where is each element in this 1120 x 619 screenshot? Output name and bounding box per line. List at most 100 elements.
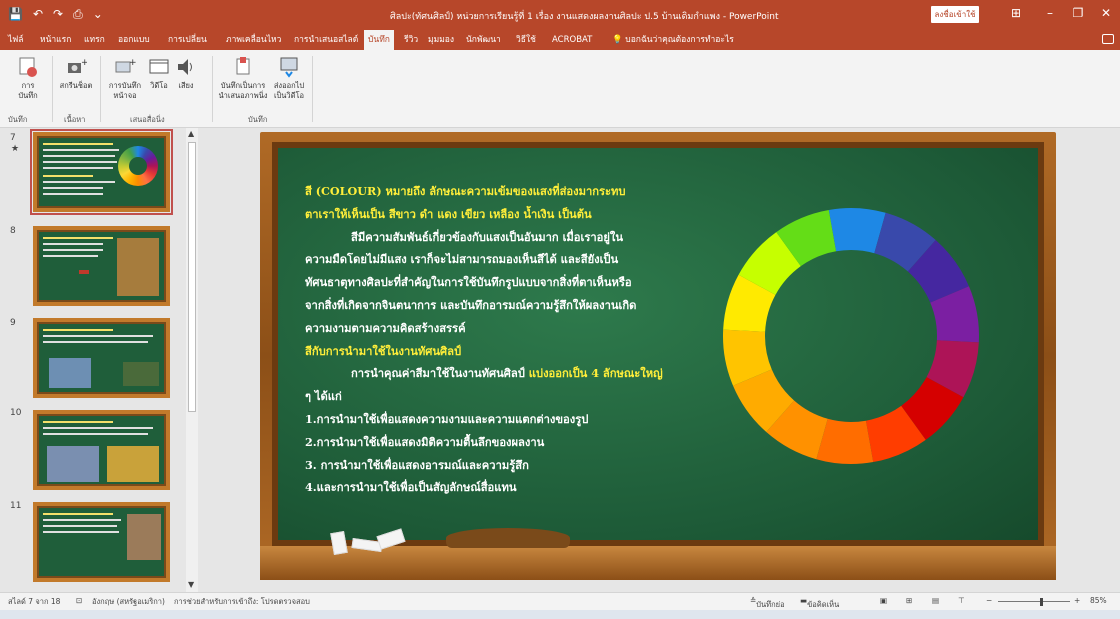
reading-view-icon[interactable]: ▤ bbox=[932, 596, 939, 605]
undo-icon[interactable]: ↶ bbox=[33, 7, 43, 22]
audio-button[interactable]: เสียง bbox=[174, 56, 198, 91]
thumb-number: 7 bbox=[10, 133, 16, 143]
slide-textbox[interactable]: สี (COLOUR) หมายถึง ลักษณะความเข้มของแสง… bbox=[305, 180, 735, 499]
tab-design[interactable]: ออกแบบ bbox=[118, 30, 150, 50]
save-as-show-label: บันทึกเป็นการ นำเสนอภาพนิ่ง bbox=[218, 81, 268, 100]
tab-insert[interactable]: แทรก bbox=[84, 30, 105, 50]
close-icon[interactable]: ✕ bbox=[1096, 6, 1116, 20]
slide-sorter-icon[interactable]: ⊞ bbox=[906, 596, 912, 605]
save-as-show-button[interactable]: บันทึกเป็นการ นำเสนอภาพนิ่ง bbox=[214, 56, 272, 101]
ribbon-display-options-icon[interactable]: ⊞ bbox=[1006, 6, 1026, 20]
accessibility-status[interactable]: การช่วยสำหรับการเข้าถึง: โปรดตรวจสอบ bbox=[174, 596, 310, 608]
sign-in-button[interactable]: ลงชื่อเข้าใช้ bbox=[931, 6, 979, 23]
status-bar: สไลด์ 7 จาก 18 ⊡ อังกฤษ (สหรัฐอเมริกา) ก… bbox=[0, 592, 1120, 610]
thumb-line bbox=[43, 519, 121, 521]
ribbon: การ บันทึก บันทึก + สกรีนช็อต เนื้อหา + … bbox=[0, 50, 1120, 128]
slide-text-line: จากสิ่งที่เกิดจากจินตนาการ และบันทึกอารม… bbox=[305, 297, 637, 312]
minimize-icon[interactable]: – bbox=[1040, 6, 1060, 20]
thumb-picture bbox=[127, 514, 161, 560]
tab-review[interactable]: รีวิว bbox=[404, 30, 418, 50]
screen-recording-button[interactable]: + การบันทึก หน้าจอ bbox=[104, 56, 146, 101]
zoom-level[interactable]: 85% bbox=[1090, 596, 1107, 605]
slide-text-line: สีมีความสัมพันธ์เกี่ยวข้องกับแสงเป็นอันม… bbox=[351, 229, 624, 244]
thumb-board bbox=[39, 508, 164, 576]
spellcheck-icon[interactable]: ⊡ bbox=[76, 596, 82, 605]
color-wheel[interactable] bbox=[721, 206, 981, 466]
customize-qat-icon[interactable]: ⌄ bbox=[93, 7, 103, 22]
slide-text-line: ความมืดโดยไม่มีแสง เราก็จะไม่สามารถมองเห… bbox=[305, 252, 619, 267]
scroll-up-icon[interactable]: ▲ bbox=[188, 129, 194, 138]
tab-view[interactable]: มุมมอง bbox=[428, 30, 454, 50]
tab-animations[interactable]: ภาพเคลื่อนไหว bbox=[226, 30, 281, 50]
comments-icon[interactable] bbox=[1102, 34, 1114, 44]
tab-slideshow[interactable]: การนำเสนอสไลด์ bbox=[294, 30, 358, 50]
thumb-picture bbox=[123, 362, 159, 386]
thumb-line bbox=[43, 329, 113, 331]
thumb-line bbox=[43, 427, 153, 429]
slide-thumbnail-10[interactable] bbox=[33, 410, 170, 490]
chalkboard-eraser bbox=[446, 528, 570, 548]
title-bar: 💾 ↶ ↷ ⎙ ⌄ ศิลปะ(ทัศนศิลป์) หน่วยการเรียน… bbox=[0, 0, 1120, 30]
zoom-out-icon[interactable]: − bbox=[986, 596, 992, 605]
export-video-button[interactable]: ส่งออกไป เป็นวิดีโอ bbox=[272, 56, 306, 101]
tab-transitions[interactable]: การเปลี่ยน bbox=[168, 30, 207, 50]
thumb-line bbox=[43, 341, 148, 343]
notes-button[interactable]: ≙ บันทึกย่อ bbox=[750, 596, 785, 609]
maximize-icon[interactable]: ❐ bbox=[1068, 6, 1088, 20]
screen-recording-label: การบันทึก หน้าจอ bbox=[108, 81, 142, 100]
tell-me-search[interactable]: 💡 บอกฉันว่าคุณต้องการทำอะไร bbox=[612, 30, 734, 50]
thumb-line bbox=[43, 433, 148, 435]
tab-acrobat[interactable]: ACROBAT bbox=[552, 30, 592, 50]
thumb-number: 10 bbox=[10, 408, 22, 418]
zoom-in-icon[interactable]: + bbox=[1074, 596, 1080, 605]
screen-recording-icon: + bbox=[115, 58, 136, 73]
slide-thumbnail-pane: 7 ★ 8 9 10 11 bbox=[0, 128, 200, 592]
save-icon[interactable]: 💾 bbox=[8, 7, 23, 22]
tab-file[interactable]: ไฟล์ bbox=[8, 30, 24, 50]
window-title: ศิลปะ(ทัศนศิลป์) หน่วยการเรียนรู้ที่ 1 เ… bbox=[390, 12, 779, 22]
comments-button[interactable]: ▬ ข้อคิดเห็น bbox=[800, 596, 839, 609]
slide-list-item: 4.และการนำมาใช้เพื่อเป็นสัญลักษณ์สื่อแทน bbox=[305, 480, 517, 495]
ribbon-separator bbox=[212, 56, 213, 122]
thumb-line bbox=[43, 249, 103, 251]
thumbnail-scrollbar[interactable]: ▲ ▼ bbox=[186, 128, 198, 592]
slide-counter: สไลด์ 7 จาก 18 bbox=[8, 597, 61, 606]
group-content-label: เนื้อหา bbox=[64, 115, 86, 124]
ribbon-separator bbox=[312, 56, 313, 122]
audio-label: เสียง bbox=[178, 81, 194, 90]
video-label: วิดีโอ bbox=[150, 81, 168, 90]
tab-help[interactable]: วิธีใช้ bbox=[516, 30, 536, 50]
tab-developer[interactable]: นักพัฒนา bbox=[466, 30, 501, 50]
slide-thumbnail-8[interactable] bbox=[33, 226, 170, 306]
scrollbar-thumb[interactable] bbox=[188, 142, 196, 412]
save-show-icon bbox=[236, 57, 250, 75]
normal-view-icon[interactable]: ▣ bbox=[880, 596, 887, 605]
language-indicator[interactable]: อังกฤษ (สหรัฐอเมริกา) bbox=[92, 596, 165, 608]
tab-home[interactable]: หน้าแรก bbox=[40, 30, 71, 50]
present-icon[interactable]: ⎙ bbox=[73, 7, 83, 22]
slide-subheading: สีกับการนำมาใช้ในงานทัศนศิลป์ bbox=[305, 343, 462, 358]
thumb-board bbox=[39, 138, 164, 206]
scroll-down-icon[interactable]: ▼ bbox=[188, 580, 194, 589]
thumb-board bbox=[39, 416, 164, 484]
redo-icon[interactable]: ↷ bbox=[53, 7, 63, 22]
thumb-line bbox=[43, 155, 115, 157]
slide-thumbnail-9[interactable] bbox=[33, 318, 170, 398]
video-button[interactable]: วิดีโอ bbox=[146, 56, 172, 91]
export-video-label: ส่งออกไป เป็นวิดีโอ bbox=[273, 81, 305, 100]
slide-thumbnail-11[interactable] bbox=[33, 502, 170, 582]
zoom-slider-handle[interactable] bbox=[1040, 598, 1043, 606]
slide-text-part: การนำคุณค่าสีมาใช้ในงานทัศนศิลป์ bbox=[351, 366, 525, 381]
tab-record[interactable]: บันทึก bbox=[364, 30, 394, 50]
slide-text-line: ๆ ได้แก่ bbox=[305, 389, 342, 404]
slideshow-icon[interactable]: ⊤ bbox=[958, 596, 965, 605]
screenshot-label: สกรีนช็อต bbox=[59, 81, 93, 90]
zoom-slider[interactable] bbox=[998, 601, 1070, 602]
screenshot-button[interactable]: + สกรีนช็อต bbox=[56, 56, 96, 91]
record-button[interactable]: การ บันทึก bbox=[10, 56, 46, 101]
slide-thumbnail-7[interactable] bbox=[30, 129, 173, 215]
thumb-line bbox=[43, 167, 113, 169]
thumb-line bbox=[43, 243, 103, 245]
slide-list-item: 2.การนำมาใช้เพื่อแสดงมิติความตื้นลึกของผ… bbox=[305, 434, 545, 449]
record-label: การ บันทึก bbox=[18, 81, 38, 100]
